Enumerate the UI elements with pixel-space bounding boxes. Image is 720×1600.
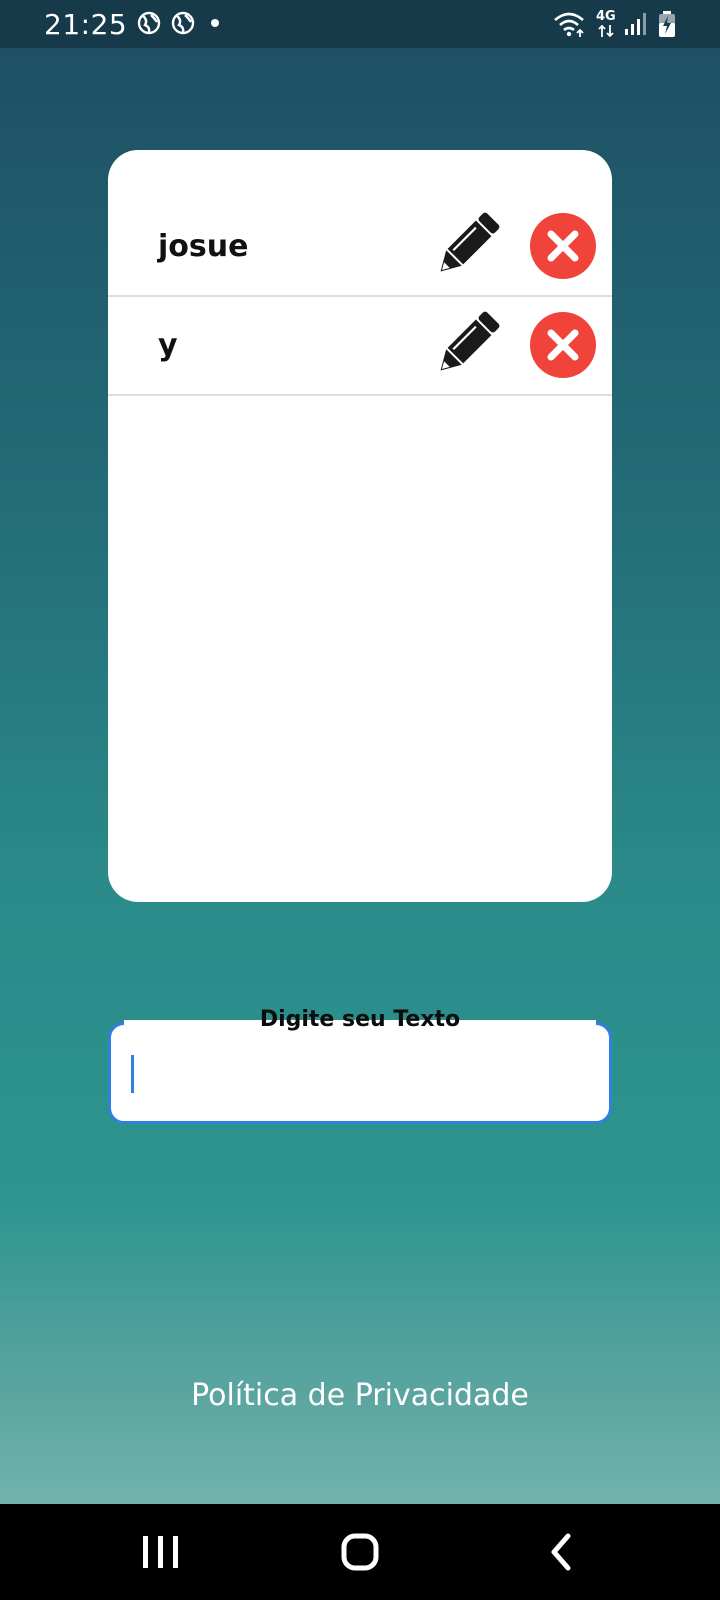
signal-icon bbox=[625, 13, 646, 35]
delete-button[interactable] bbox=[530, 312, 596, 378]
close-icon bbox=[547, 230, 579, 262]
list-item: y bbox=[108, 297, 612, 396]
globe-icon bbox=[137, 11, 161, 35]
input-label: Digite seu Texto bbox=[259, 1007, 461, 1032]
back-button[interactable] bbox=[500, 1504, 620, 1600]
status-time: 21:25 bbox=[44, 8, 128, 41]
recent-apps-button[interactable] bbox=[100, 1504, 220, 1600]
card-top-spacing bbox=[108, 150, 612, 198]
status-bar: 21:25 4G bbox=[0, 0, 720, 48]
battery-charging-icon bbox=[659, 11, 675, 37]
recent-apps-icon bbox=[143, 1536, 178, 1568]
mobile-data-icon bbox=[598, 24, 614, 38]
pencil-icon[interactable] bbox=[430, 210, 502, 282]
text-input[interactable] bbox=[108, 1022, 612, 1124]
wifi-icon bbox=[554, 12, 584, 37]
list-card: josue y bbox=[108, 150, 612, 902]
notification-dot-icon bbox=[211, 19, 219, 27]
text-caret bbox=[131, 1055, 134, 1093]
list-item: josue bbox=[108, 198, 612, 297]
privacy-policy-link[interactable]: Política de Privacidade bbox=[0, 1378, 720, 1413]
close-icon bbox=[547, 329, 579, 361]
home-button[interactable] bbox=[300, 1504, 420, 1600]
globe-icon bbox=[171, 11, 195, 35]
home-icon bbox=[341, 1533, 379, 1571]
list-item-text: josue bbox=[158, 229, 249, 264]
back-icon bbox=[551, 1533, 571, 1571]
list-item-text: y bbox=[158, 328, 178, 363]
pencil-icon[interactable] bbox=[430, 309, 502, 381]
mobile-data-label: 4G bbox=[596, 9, 616, 24]
navigation-bar bbox=[0, 1504, 720, 1600]
delete-button[interactable] bbox=[530, 213, 596, 279]
